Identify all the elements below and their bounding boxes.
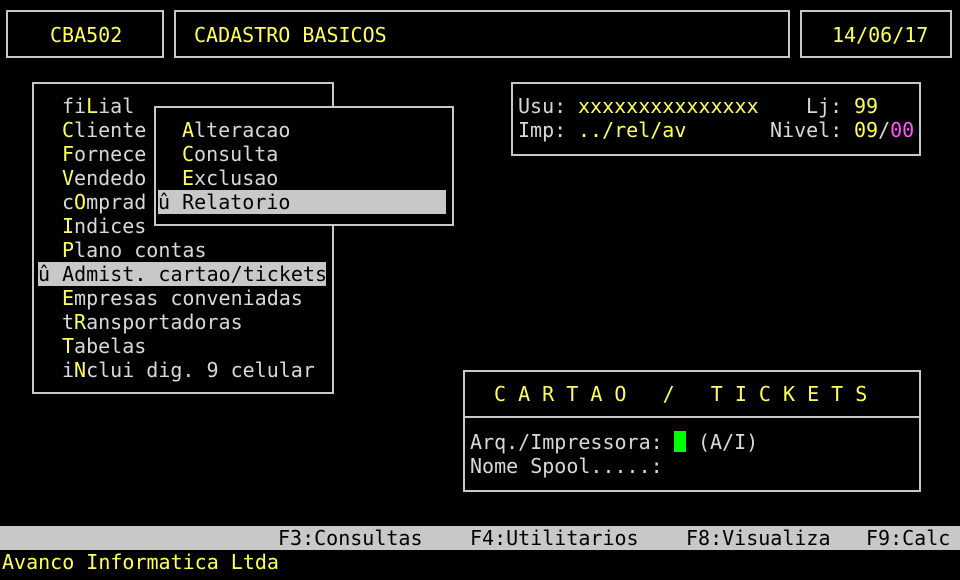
cartao-panel-title: C A R T A O / T I C K E T S xyxy=(494,382,868,406)
arq-impressora-label: Arq./Impressora: xyxy=(470,430,663,454)
nivel-label: Nivel: xyxy=(770,118,843,142)
submenu-item-alteracao[interactable]: Alteracao xyxy=(182,118,290,142)
menu-item-vendedo[interactable]: Vendedo xyxy=(62,166,146,190)
usu-label: Usu: xyxy=(518,94,567,118)
lj-label: Lj: xyxy=(806,94,843,118)
screen-title: CADASTRO BASICOS xyxy=(194,23,387,47)
menu-item-tabelas[interactable]: Tabelas xyxy=(62,334,146,358)
menu-item-admist-cartao-tickets[interactable]: û Admist. cartao/tickets xyxy=(38,262,327,286)
nivel-value: 09/00 xyxy=(854,118,915,142)
menu-item-cliente[interactable]: Cliente xyxy=(62,118,146,142)
f3-consultas-key[interactable]: F3:Consultas xyxy=(278,526,423,550)
menu-item-filial[interactable]: fiLial xyxy=(62,94,134,118)
f4-utilitarios-key[interactable]: F4:Utilitarios xyxy=(470,526,639,550)
submenu-item-relatorio[interactable]: û Relatorio xyxy=(158,190,290,214)
program-code: CBA502 xyxy=(50,23,123,47)
nome-spool-label: Nome Spool.....: xyxy=(470,454,663,478)
menu-item-fornece[interactable]: Fornece xyxy=(62,142,146,166)
menu-item-inclui-dig-9-celular[interactable]: iNclui dig. 9 celular xyxy=(62,358,315,382)
arq-impressora-hint: (A/I) xyxy=(698,430,759,454)
arq-impressora-input[interactable] xyxy=(674,431,686,452)
submenu-item-exclusao[interactable]: Exclusao xyxy=(182,166,278,190)
f9-calc-key[interactable]: F9:Calc xyxy=(866,526,950,550)
imp-value: ../rel/av xyxy=(578,118,687,142)
menu-item-indices[interactable]: Indices xyxy=(62,214,146,238)
menu-item-transportadoras[interactable]: tRansportadoras xyxy=(62,310,243,334)
menu-item-plano-contas[interactable]: Plano contas xyxy=(62,238,207,262)
company-name: Avanco Informatica Ltda xyxy=(2,550,279,574)
usu-value: xxxxxxxxxxxxxxx xyxy=(578,94,759,118)
imp-label: Imp: xyxy=(518,118,567,142)
cartao-panel-divider xyxy=(463,416,921,418)
f8-visualiza-key[interactable]: F8:Visualiza xyxy=(686,526,831,550)
function-key-bar: F3:Consultas F4:Utilitarios F8:Visualiza… xyxy=(0,526,960,550)
menu-item-empresas-conveniadas[interactable]: Empresas conveniadas xyxy=(62,286,303,310)
program-code-box: CBA502 xyxy=(6,10,164,58)
current-date: 14/06/17 xyxy=(832,23,929,47)
menu-item-comprad[interactable]: cOmprad xyxy=(62,190,146,214)
selected-marker: û xyxy=(38,262,51,286)
screen-title-box: CADASTRO BASICOS xyxy=(174,10,790,58)
date-box: 14/06/17 xyxy=(800,10,952,58)
submenu-item-consulta[interactable]: Consulta xyxy=(182,142,278,166)
selected-marker: û xyxy=(158,190,171,214)
lj-value: 99 xyxy=(854,94,879,118)
